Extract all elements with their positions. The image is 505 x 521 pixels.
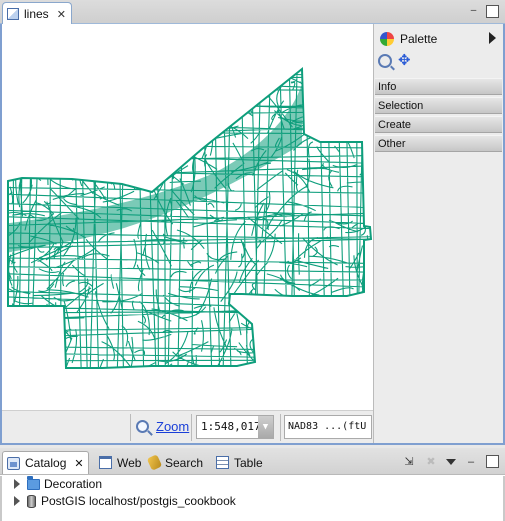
map-lines-layer bbox=[7, 66, 373, 369]
drawer-other[interactable]: Other bbox=[375, 135, 502, 152]
map-canvas[interactable] bbox=[2, 24, 373, 410]
zoom-link[interactable]: Zoom bbox=[156, 419, 189, 434]
drawer-info[interactable]: Info bbox=[375, 78, 502, 95]
map-view: lines ✕ – Zoom 1:548,017 ▼ NAD83 ...(ftU… bbox=[0, 0, 505, 445]
crs-field[interactable]: NAD83 ...(ftU bbox=[284, 415, 372, 439]
expand-arrow-icon[interactable] bbox=[14, 479, 20, 489]
collapse-arrow-icon[interactable] bbox=[489, 32, 496, 44]
palette-panel: Palette ✥ Info Selection Create Other bbox=[373, 24, 503, 443]
color-palette-icon bbox=[380, 32, 394, 46]
palette-title: Palette bbox=[400, 32, 438, 46]
remove-icon: ✖ bbox=[426, 456, 436, 468]
palette-header[interactable]: Palette bbox=[374, 27, 504, 51]
close-icon[interactable]: ✕ bbox=[74, 457, 83, 470]
maximize-button[interactable] bbox=[486, 455, 499, 468]
tab-catalog[interactable]: Catalog ✕ bbox=[2, 451, 89, 474]
import-icon[interactable]: ⇲ bbox=[402, 455, 416, 468]
tab-search[interactable]: Search bbox=[145, 451, 207, 474]
drawer-selection[interactable]: Selection bbox=[375, 97, 502, 114]
map-document-icon bbox=[7, 8, 19, 20]
tab-table-label: Table bbox=[234, 455, 263, 470]
map-status-bar: Zoom 1:548,017 ▼ NAD83 ...(ftU bbox=[2, 410, 373, 443]
web-icon bbox=[99, 456, 112, 469]
palette-toolbar: ✥ bbox=[378, 53, 411, 68]
map-tabbar: lines ✕ – bbox=[0, 0, 505, 25]
chevron-down-icon[interactable]: ▼ bbox=[258, 416, 273, 438]
bottom-tabbar: Catalog ✕ Web Search Table ⇲ ✖ – bbox=[0, 448, 505, 475]
tree-item-decoration[interactable]: Decoration bbox=[14, 475, 103, 492]
tab-web[interactable]: Web bbox=[95, 451, 145, 474]
magnifier-icon bbox=[136, 420, 149, 433]
status-separator bbox=[191, 414, 192, 441]
scale-value: 1:548,017 bbox=[201, 420, 261, 433]
catalog-icon bbox=[7, 456, 20, 470]
drawer-create[interactable]: Create bbox=[375, 116, 502, 133]
minimize-button[interactable]: – bbox=[467, 5, 480, 18]
scale-combo[interactable]: 1:548,017 ▼ bbox=[196, 415, 274, 439]
status-separator bbox=[280, 414, 281, 441]
bottom-toolbar: ⇲ ✖ – bbox=[402, 455, 499, 468]
tab-lines-label: lines bbox=[24, 7, 49, 21]
map-window-controls: – bbox=[467, 5, 499, 18]
table-icon bbox=[216, 456, 229, 469]
folder-icon bbox=[27, 475, 40, 490]
view-menu-icon[interactable] bbox=[446, 458, 456, 465]
tree-item-label: PostGIS localhost/postgis_cookbook bbox=[41, 494, 236, 508]
tab-web-label: Web bbox=[117, 455, 142, 470]
tree-item-label: Decoration bbox=[44, 477, 103, 491]
tree-item-postgis[interactable]: PostGIS localhost/postgis_cookbook bbox=[14, 493, 236, 509]
app-window: lines ✕ – Zoom 1:548,017 ▼ NAD83 ...(ftU… bbox=[0, 0, 505, 521]
tab-search-label: Search bbox=[165, 455, 204, 470]
tab-table[interactable]: Table bbox=[212, 451, 267, 474]
pan-tool-icon[interactable]: ✥ bbox=[398, 53, 411, 68]
database-icon bbox=[27, 494, 36, 508]
zoom-tool-icon[interactable] bbox=[378, 54, 392, 68]
tab-lines[interactable]: lines ✕ bbox=[2, 2, 72, 25]
status-separator bbox=[130, 414, 131, 441]
zoom-button[interactable]: Zoom bbox=[136, 419, 189, 434]
minimize-button[interactable]: – bbox=[464, 456, 478, 468]
tab-catalog-label: Catalog bbox=[25, 456, 67, 470]
search-icon bbox=[146, 454, 163, 471]
maximize-button[interactable] bbox=[486, 5, 499, 18]
catalog-view: Catalog ✕ Web Search Table ⇲ ✖ – Decorat… bbox=[0, 448, 505, 521]
catalog-tree: Decoration PostGIS localhost/postgis_coo… bbox=[0, 475, 505, 521]
tab-close-icon[interactable]: ✕ bbox=[57, 8, 66, 21]
expand-arrow-icon[interactable] bbox=[14, 496, 20, 506]
